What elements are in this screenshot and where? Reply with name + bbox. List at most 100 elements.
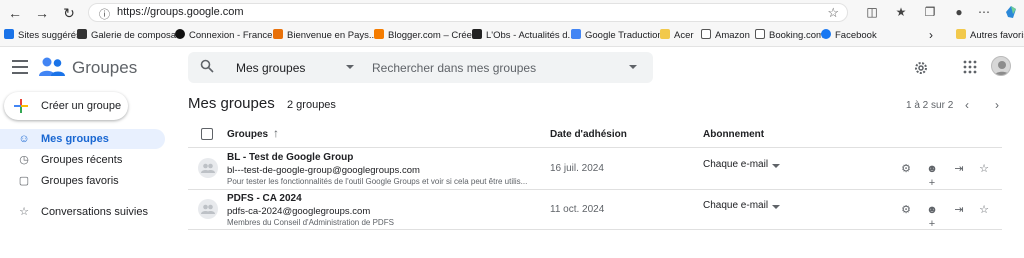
join-date: 16 juil. 2024 bbox=[550, 163, 604, 174]
select-all-checkbox[interactable] bbox=[201, 128, 213, 140]
star-icon[interactable]: ☆ bbox=[977, 162, 991, 176]
page-title: Mes groupes bbox=[188, 95, 275, 112]
back-icon[interactable]: ← bbox=[6, 4, 24, 22]
app-header: Groupes Mes groupes bbox=[0, 48, 1024, 90]
divider bbox=[188, 147, 1002, 148]
bookmark-item[interactable]: Booking.com bbox=[755, 29, 824, 43]
pagination-text: 1 à 2 sur 2 bbox=[906, 100, 954, 111]
chevron-down-icon[interactable] bbox=[346, 65, 354, 69]
add-member-icon[interactable]: ☻+ bbox=[925, 203, 939, 230]
lobs-icon bbox=[472, 29, 482, 39]
chevron-down-icon[interactable] bbox=[772, 205, 780, 209]
groups-logo-icon bbox=[39, 56, 65, 78]
leave-group-icon[interactable]: ⇥ bbox=[952, 203, 966, 217]
subscription-select[interactable]: Chaque e-mail bbox=[703, 200, 768, 211]
search-scope-select[interactable]: Mes groupes bbox=[236, 61, 305, 75]
column-header-subscription[interactable]: Abonnement bbox=[703, 129, 764, 140]
menu-icon[interactable] bbox=[12, 60, 28, 74]
copilot-icon[interactable] bbox=[1003, 4, 1019, 20]
plus-icon bbox=[14, 99, 28, 113]
browser-toolbar: ← → ↻ ⓘ https://groups.google.com ☆ ◫ ★ … bbox=[0, 0, 1024, 25]
clock-icon: ◷ bbox=[19, 154, 29, 166]
group-name[interactable]: PDFS - CA 2024 bbox=[227, 193, 302, 204]
search-icon bbox=[4, 29, 14, 39]
more-menu-icon[interactable]: ⋯ bbox=[976, 4, 992, 20]
chevron-down-icon[interactable] bbox=[772, 164, 780, 168]
star-icon[interactable]: ☆ bbox=[977, 203, 991, 217]
reload-icon[interactable]: ↻ bbox=[60, 4, 78, 22]
sidebar-item-my-groups[interactable]: ☺ Mes groupes bbox=[0, 129, 165, 149]
bookmarks-bar: Sites suggérés Galerie de composa... Con… bbox=[0, 25, 1024, 47]
bookmark-item[interactable]: Galerie de composa... bbox=[77, 29, 184, 43]
francetv-icon bbox=[175, 29, 185, 39]
sidebar-item-recent-groups[interactable]: ◷ Groupes récents bbox=[0, 150, 165, 170]
favorite-star-icon[interactable]: ☆ bbox=[827, 5, 839, 21]
url-text: https://groups.google.com bbox=[117, 6, 244, 18]
address-bar[interactable]: ⓘ https://groups.google.com ☆ bbox=[88, 3, 848, 22]
search-input[interactable] bbox=[372, 59, 622, 77]
group-name[interactable]: BL - Test de Google Group bbox=[227, 152, 353, 163]
gear-icon[interactable] bbox=[913, 60, 929, 76]
people-icon: ☺ bbox=[18, 133, 30, 145]
blogger-icon bbox=[374, 29, 384, 39]
extension-icon[interactable]: ● bbox=[951, 4, 967, 20]
bookmark-item[interactable]: Blogger.com – Crée... bbox=[374, 29, 480, 43]
bookmark-item[interactable]: Bienvenue en Pays... bbox=[273, 29, 377, 43]
bookmark-item[interactable]: Google Traduction bbox=[571, 29, 663, 43]
bookmark-item[interactable]: Acer bbox=[660, 29, 694, 43]
search-icon[interactable] bbox=[200, 59, 214, 73]
group-avatar-icon bbox=[198, 199, 218, 219]
bookmark-item[interactable]: L'Obs - Actualités d... bbox=[472, 29, 575, 43]
group-email: pdfs-ca-2024@googlegroups.com bbox=[227, 206, 371, 217]
sort-arrow-icon[interactable]: ↑ bbox=[273, 126, 279, 140]
favorites-icon[interactable]: ★ bbox=[893, 4, 909, 20]
facebook-icon bbox=[821, 29, 831, 39]
sidebar-item-followed-conversations[interactable]: ☆ Conversations suivies bbox=[0, 202, 165, 222]
bookmark-item[interactable]: Connexion - France tv bbox=[175, 29, 282, 43]
search-bar: Mes groupes bbox=[188, 52, 653, 83]
group-email: bl---test-de-google-group@googlegroups.c… bbox=[227, 165, 420, 176]
folder-icon bbox=[660, 29, 670, 39]
search-options-icon[interactable] bbox=[629, 65, 637, 69]
blogger-icon bbox=[273, 29, 283, 39]
sidebar-item-favorite-groups[interactable]: ▢ Groupes favoris bbox=[0, 171, 165, 191]
chevron-right-icon[interactable]: › bbox=[929, 28, 933, 42]
bookmark-item[interactable]: Amazon bbox=[701, 29, 750, 43]
avatar[interactable] bbox=[991, 56, 1011, 76]
folder-icon bbox=[956, 29, 966, 39]
page-icon bbox=[77, 29, 87, 39]
site-info-icon[interactable]: ⓘ bbox=[99, 6, 110, 22]
column-header-groups[interactable]: Groupes bbox=[227, 129, 268, 140]
bookmark-item[interactable]: Facebook bbox=[821, 29, 877, 43]
page-icon bbox=[755, 29, 765, 39]
create-group-button[interactable]: Créer un groupe bbox=[4, 92, 128, 120]
folder-star-icon: ▢ bbox=[18, 175, 30, 187]
chevron-right-icon[interactable]: › bbox=[990, 98, 1004, 112]
table-row[interactable]: PDFS - CA 2024 pdfs-ca-2024@googlegroups… bbox=[188, 190, 1002, 230]
divider bbox=[188, 229, 1002, 230]
app-title: Groupes bbox=[72, 58, 138, 77]
chevron-left-icon[interactable]: ‹ bbox=[960, 98, 974, 112]
bookmark-folder[interactable]: Autres favoris bbox=[956, 29, 1024, 43]
add-member-icon[interactable]: ☻+ bbox=[925, 162, 939, 189]
create-group-label: Créer un groupe bbox=[41, 100, 122, 112]
forward-icon[interactable]: → bbox=[33, 4, 51, 22]
page-icon bbox=[701, 29, 711, 39]
split-screen-icon[interactable]: ◫ bbox=[864, 4, 880, 20]
group-description: Pour tester les fonctionnalités de l'out… bbox=[227, 177, 528, 186]
table-row[interactable]: BL - Test de Google Group bl---test-de-g… bbox=[188, 149, 1002, 189]
gear-icon[interactable]: ⚙ bbox=[899, 203, 913, 217]
column-header-date[interactable]: Date d'adhésion bbox=[550, 129, 627, 140]
translate-icon bbox=[571, 29, 581, 39]
leave-group-icon[interactable]: ⇥ bbox=[952, 162, 966, 176]
gear-icon[interactable]: ⚙ bbox=[899, 162, 913, 176]
join-date: 11 oct. 2024 bbox=[550, 204, 605, 215]
bookmark-item[interactable]: Sites suggérés bbox=[4, 29, 81, 43]
star-icon: ☆ bbox=[19, 206, 29, 218]
collections-icon[interactable]: ❐ bbox=[922, 4, 938, 20]
group-avatar-icon bbox=[198, 158, 218, 178]
subscription-select[interactable]: Chaque e-mail bbox=[703, 159, 768, 170]
group-count: 2 groupes bbox=[287, 99, 336, 111]
group-description: Membres du Conseil d'Administration de P… bbox=[227, 218, 394, 227]
apps-grid-icon[interactable] bbox=[962, 60, 978, 76]
